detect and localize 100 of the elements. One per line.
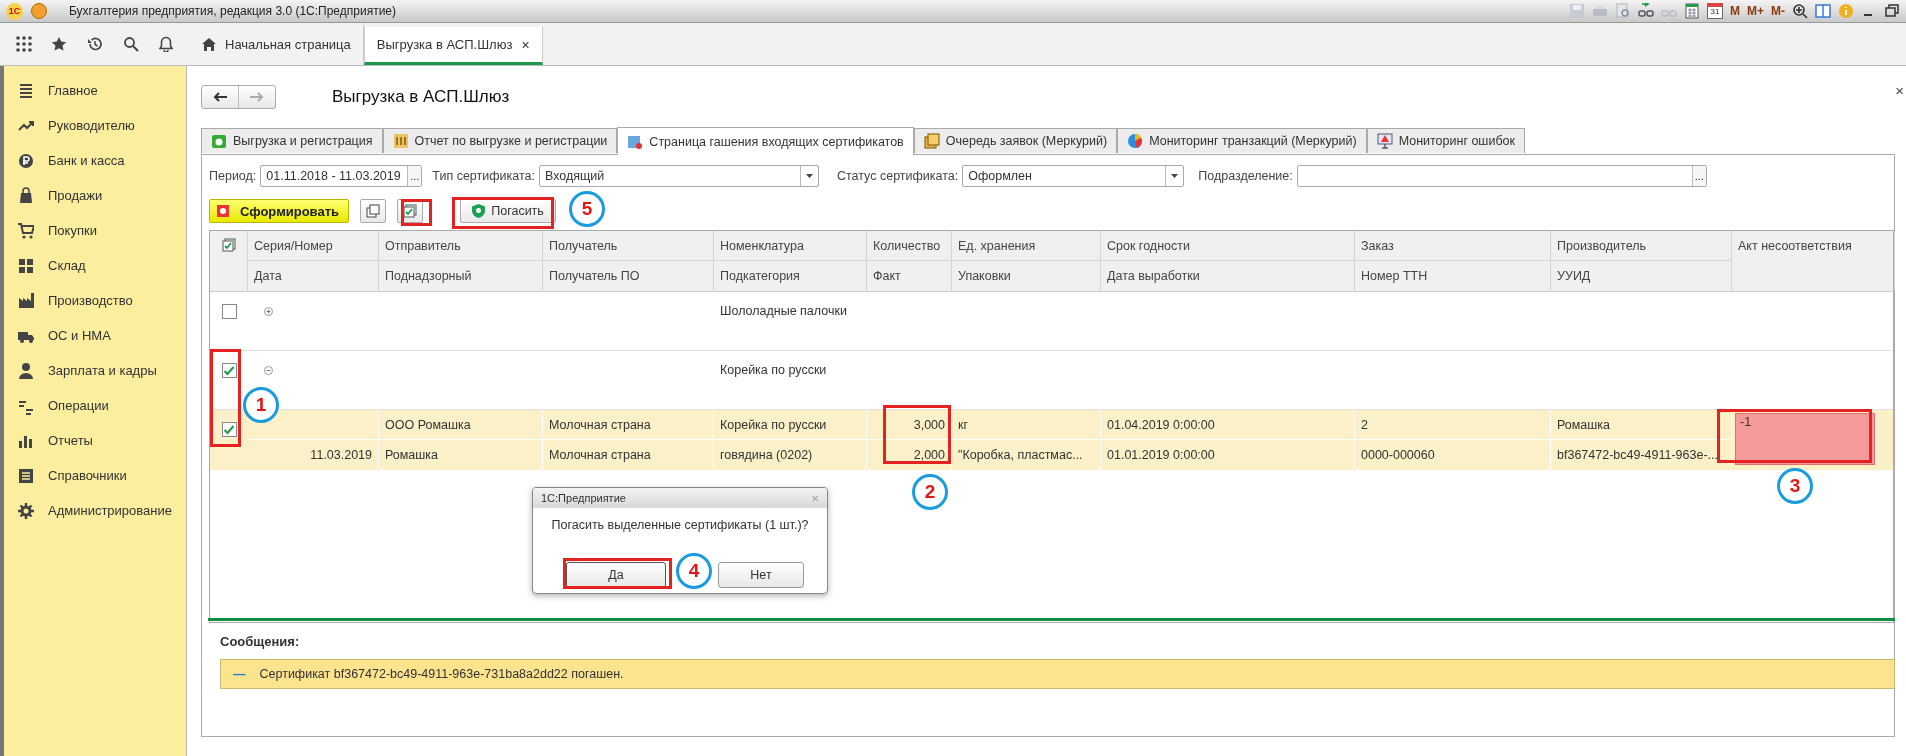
- sidebar-item[interactable]: Отчеты: [4, 423, 186, 458]
- tab[interactable]: Мониторинг транзакций (Меркурий): [1117, 128, 1367, 153]
- bell-icon[interactable]: [158, 36, 175, 52]
- memory-button[interactable]: M: [1730, 4, 1740, 18]
- section-icon: [18, 256, 34, 275]
- group-label: Шололадные палочки: [719, 303, 848, 320]
- period-field[interactable]: 01.11.2018 - 11.03.2019 ...: [260, 165, 423, 187]
- sidebar-item-label[interactable]: Продажи: [48, 188, 103, 203]
- callout-badge: 5: [569, 191, 605, 227]
- sidebar-item[interactable]: Покупки: [4, 213, 186, 248]
- zoom-icon[interactable]: [1792, 3, 1808, 19]
- page-tab[interactable]: Начальная страница: [190, 23, 364, 65]
- dialog-button[interactable]: Да: [566, 562, 666, 588]
- sidebar-item-label[interactable]: Главное: [48, 83, 98, 98]
- column-header[interactable]: Поднадзорный: [379, 260, 542, 290]
- sidebar-item[interactable]: Операции: [4, 388, 186, 423]
- collapse-icon[interactable]: [264, 366, 273, 375]
- sidebar-item-label[interactable]: Зарплата и кадры: [48, 363, 157, 378]
- column-header[interactable]: Номенклатура: [714, 231, 866, 260]
- checkbox[interactable]: [221, 363, 237, 378]
- select-button[interactable]: ...: [1691, 166, 1706, 186]
- sidebar-item-label[interactable]: Производство: [48, 293, 133, 308]
- sidebar-item[interactable]: ОС и НМА: [4, 318, 186, 353]
- section-icon: [18, 361, 34, 380]
- calculator-icon[interactable]: [1684, 3, 1700, 19]
- section-icon: [18, 151, 34, 170]
- column-header[interactable]: Отправитель: [379, 231, 542, 260]
- sidebar-item[interactable]: Главное: [4, 73, 186, 108]
- history-icon[interactable]: [87, 36, 103, 52]
- column-header[interactable]: Упаковки: [952, 260, 1100, 290]
- close-tab-button[interactable]: ×: [521, 36, 530, 53]
- certificate-status-field[interactable]: Оформлен: [962, 165, 1185, 187]
- sidebar-item[interactable]: Справочники: [4, 458, 186, 493]
- column-header[interactable]: УУИД: [1551, 260, 1731, 290]
- panel-icon[interactable]: [1815, 3, 1831, 19]
- certificate-row[interactable]: [210, 410, 1893, 470]
- preview-icon[interactable]: [1615, 3, 1631, 19]
- sidebar-item-label[interactable]: Склад: [48, 258, 86, 273]
- sidebar-item[interactable]: Руководителю: [4, 108, 186, 143]
- column-header[interactable]: Срок годности: [1101, 231, 1354, 260]
- tab[interactable]: Отчет по выгрузке и регистрации: [382, 128, 618, 153]
- sidebar-item[interactable]: Зарплата и кадры: [4, 353, 186, 388]
- checkbox[interactable]: [221, 304, 237, 319]
- group-row[interactable]: Шололадные палочки: [210, 292, 1893, 351]
- column-header[interactable]: Получатель: [543, 231, 713, 260]
- close-form-button[interactable]: ×: [1895, 82, 1904, 99]
- dialog-button[interactable]: Нет: [718, 562, 804, 588]
- copy-icon: [366, 204, 381, 218]
- sidebar-item[interactable]: Продажи: [4, 178, 186, 213]
- column-header[interactable]: Дата выработки: [1101, 260, 1354, 290]
- division-field[interactable]: ...: [1296, 165, 1707, 187]
- sidebar-item[interactable]: Администрирование: [4, 493, 186, 528]
- sidebar-item[interactable]: Склад: [4, 248, 186, 283]
- tab[interactable]: Выгрузка и регистрация: [201, 128, 383, 153]
- sidebar-item-label[interactable]: ОС и НМА: [48, 328, 111, 343]
- column-header[interactable]: Ед. хранения: [952, 231, 1100, 260]
- column-header[interactable]: Подкатегория: [714, 260, 866, 290]
- highlight-frame: [401, 199, 432, 226]
- column-header[interactable]: Серия/Номер: [248, 231, 378, 260]
- sidebar-item-label[interactable]: Администрирование: [48, 503, 172, 518]
- column-header[interactable]: Дата: [248, 260, 378, 290]
- tab[interactable]: Очередь заявок (Меркурий): [913, 128, 1118, 153]
- sidebar-item-label[interactable]: Покупки: [48, 223, 97, 238]
- memory-button[interactable]: M+: [1747, 4, 1764, 18]
- search-icon[interactable]: [122, 36, 139, 52]
- field-label: Статус сертификата:: [836, 169, 959, 183]
- generate-button[interactable]: Сформировать: [209, 199, 350, 223]
- certificate-type-field[interactable]: Входящий: [538, 165, 819, 187]
- link-icon[interactable]: [1638, 3, 1654, 19]
- sidebar-item[interactable]: Производство: [4, 283, 186, 318]
- column-header[interactable]: Количество: [867, 231, 951, 260]
- sidebar-item-label[interactable]: Отчеты: [48, 433, 93, 448]
- expand-icon[interactable]: [264, 307, 273, 316]
- memory-button[interactable]: M-: [1771, 4, 1785, 18]
- column-header[interactable]: Получатель ПО: [543, 260, 713, 290]
- column-header[interactable]: Номер ТТН: [1355, 260, 1550, 290]
- page-tab[interactable]: Выгрузка в АСП.Шлюз ×: [363, 27, 543, 65]
- main-menu-button[interactable]: [31, 3, 47, 19]
- star-icon[interactable]: [51, 36, 68, 52]
- column-header[interactable]: Производитель: [1551, 231, 1731, 260]
- section-icon: [18, 501, 34, 520]
- sidebar-item-label[interactable]: Банк и касса: [48, 153, 125, 168]
- sidebar-item[interactable]: Банк и касса: [4, 143, 186, 178]
- column-header[interactable]: Акт несоответствия: [1732, 231, 1894, 260]
- tab[interactable]: Мониторинг ошибок: [1366, 128, 1525, 153]
- calendar-icon[interactable]: 31: [1707, 3, 1723, 19]
- column-header[interactable]: Факт: [867, 260, 951, 290]
- sidebar-item-label[interactable]: Операции: [48, 398, 109, 413]
- apps-grid-icon[interactable]: [15, 36, 32, 52]
- column-header[interactable]: Заказ: [1355, 231, 1550, 260]
- sidebar-item-label[interactable]: Справочники: [48, 468, 127, 483]
- restore-icon[interactable]: [1884, 3, 1900, 19]
- sidebar-item-label[interactable]: Руководителю: [48, 118, 135, 133]
- select-button[interactable]: ...: [407, 166, 422, 186]
- copy-button[interactable]: [360, 199, 387, 223]
- tab[interactable]: Страница гашения входящих сертификатов: [617, 127, 914, 155]
- checkbox[interactable]: [221, 422, 237, 437]
- redeem-button[interactable]: Погасить: [460, 199, 557, 223]
- tab-icon: [627, 133, 644, 150]
- select-all-icon[interactable]: [221, 238, 236, 252]
